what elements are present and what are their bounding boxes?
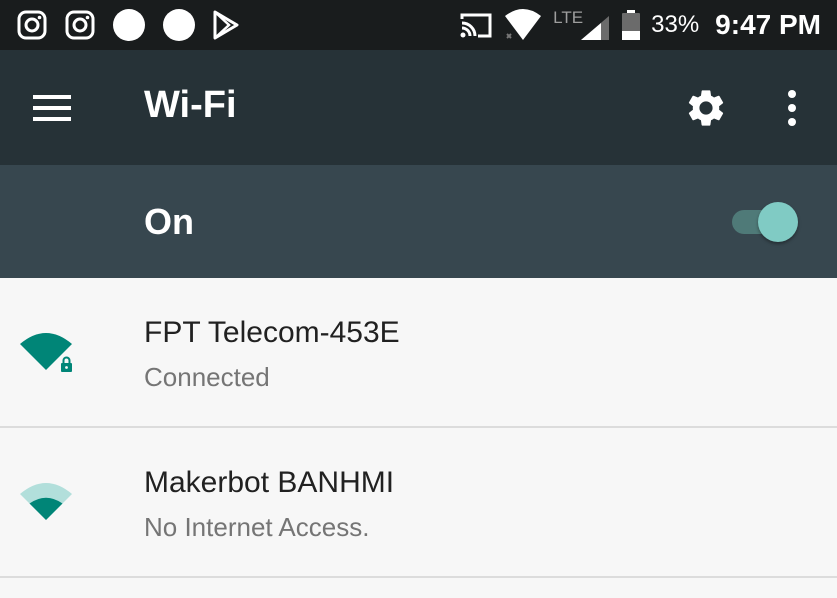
- menu-icon[interactable]: [33, 95, 71, 121]
- notification-icons: [16, 8, 240, 42]
- network-status: No Internet Access.: [144, 512, 370, 542]
- network-name: Makerbot BANHMI: [144, 466, 395, 499]
- dot-icon: [113, 9, 145, 41]
- wifi-lock-icon: [20, 333, 72, 372]
- lte-signal: LTE: [549, 5, 613, 45]
- battery-percent: 33%: [651, 11, 700, 38]
- network-list-item[interactable]: Makerbot BANHMI No Internet Access.: [0, 428, 837, 578]
- page-title: Wi-Fi: [144, 84, 237, 126]
- system-icons: LTE 33% 9:47 PM: [459, 0, 821, 50]
- toggle-thumb: [758, 202, 798, 242]
- wifi-master-switch-bar[interactable]: On: [0, 165, 837, 278]
- network-status: Connected: [144, 362, 270, 392]
- wifi-signal-icon: [20, 483, 72, 520]
- network-list: FPT Telecom-453E Connected Makerbot BANH…: [0, 278, 837, 578]
- app-bar: Wi-Fi: [0, 50, 837, 165]
- dot-icon: [163, 9, 195, 41]
- status-bar: LTE 33% 9:47 PM: [0, 0, 837, 50]
- battery-icon: [622, 10, 641, 40]
- instagram-icon: [17, 10, 47, 40]
- play-store-icon: [213, 10, 239, 40]
- instagram-icon: [65, 10, 95, 40]
- wifi-toggle[interactable]: [732, 202, 798, 242]
- switch-label: On: [144, 201, 194, 242]
- network-name: FPT Telecom-453E: [144, 316, 400, 349]
- cell-signal-icon: [581, 16, 610, 40]
- gear-icon[interactable]: [684, 86, 728, 130]
- cast-icon: [460, 13, 492, 38]
- clock: 9:47 PM: [715, 9, 821, 40]
- wifi-signal-icon: [505, 9, 542, 40]
- more-vert-icon[interactable]: [786, 88, 798, 128]
- network-list-item[interactable]: FPT Telecom-453E Connected: [0, 278, 837, 428]
